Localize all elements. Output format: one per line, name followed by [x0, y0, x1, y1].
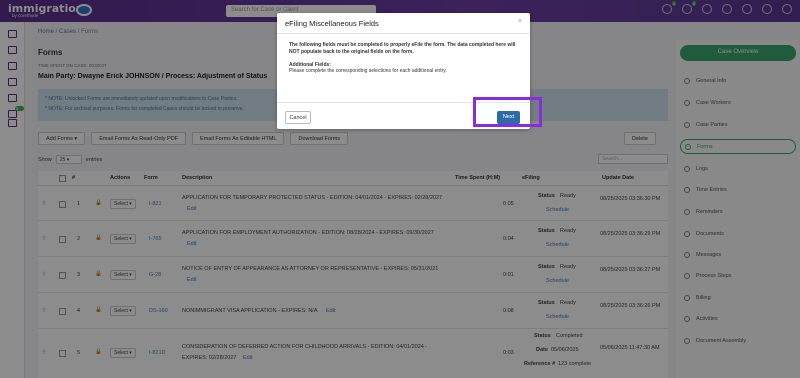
modal-warning: The following fields must be completed t…: [289, 42, 516, 55]
close-icon[interactable]: ×: [518, 18, 522, 25]
modal-header: eFiling Miscellaneous Fields ×: [277, 13, 530, 34]
modal-title: eFiling Miscellaneous Fields: [285, 19, 379, 28]
additional-fields-text: Please complete the corresponding select…: [289, 68, 447, 75]
cancel-button[interactable]: Cancel: [285, 111, 311, 124]
next-button-highlight: [473, 97, 542, 127]
additional-fields-title: Additional Fields:: [289, 61, 331, 68]
modal-body: The following fields must be completed t…: [277, 34, 530, 83]
